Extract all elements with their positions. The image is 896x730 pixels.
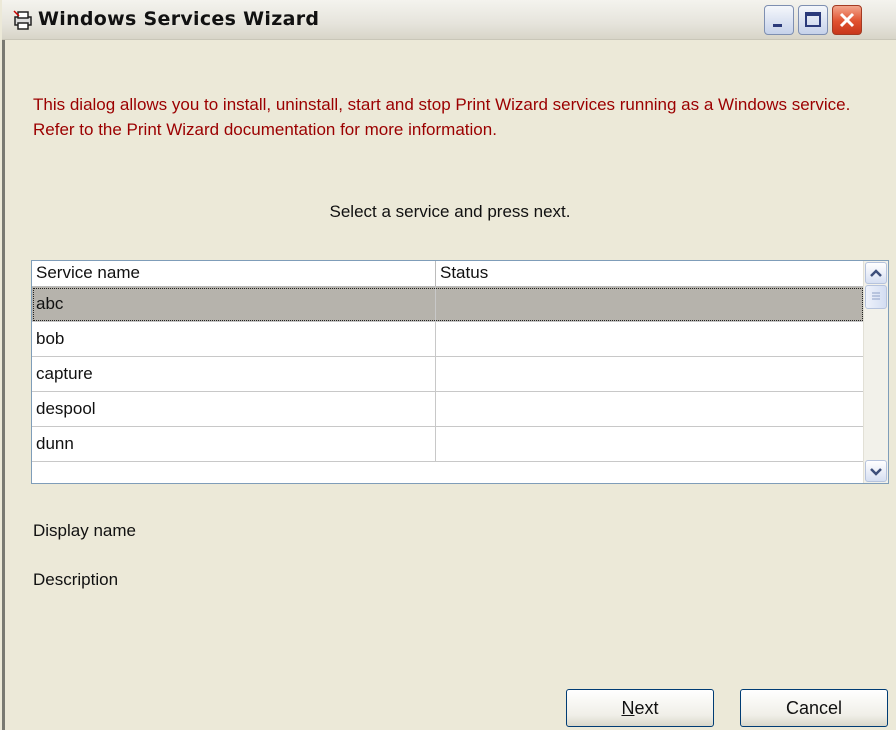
next-label: ext [634,698,659,718]
cell-divider [435,392,436,427]
scroll-thumb[interactable] [865,285,887,309]
grip-icon [872,292,880,300]
vertical-scrollbar[interactable] [863,261,888,483]
chevron-up-icon [870,269,882,277]
scroll-down-button[interactable] [865,460,887,482]
list-item[interactable]: abc [32,287,864,322]
cell-divider [435,357,436,392]
list-item[interactable]: capture [32,357,864,392]
services-list[interactable]: Service name Status abc bob capture desp… [31,260,889,484]
title-bar[interactable]: Windows Services Wizard [2,0,896,40]
column-header-status[interactable]: Status [440,263,488,283]
column-header-service-name[interactable]: Service name [36,263,140,283]
cell-divider [435,287,436,322]
window-border [2,40,5,730]
dialog-window: Windows Services Wizard This dialog allo… [0,0,896,730]
list-item[interactable]: bob [32,322,864,357]
cancel-button[interactable]: Cancel [740,689,888,727]
next-button[interactable]: Next [566,689,714,727]
service-name-cell: capture [36,364,93,383]
scroll-up-button[interactable] [865,262,887,284]
cell-divider [435,427,436,462]
intro-text: This dialog allows you to install, unins… [33,95,851,139]
close-button[interactable] [832,5,862,35]
service-name-cell: dunn [36,434,74,453]
service-name-cell: bob [36,329,65,348]
list-item[interactable]: despool [32,392,864,427]
list-header: Service name Status [32,261,864,287]
service-name-cell: despool [36,399,96,418]
printer-wizard-icon [12,9,34,31]
service-name-cell: abc [36,294,64,313]
description-label: Description [33,570,119,589]
maximize-button[interactable] [798,5,828,35]
window-title: Windows Services Wizard [38,8,320,30]
select-prompt: Select a service and press next. [329,202,571,221]
chevron-down-icon [870,468,882,476]
next-accesskey: N [621,698,635,718]
column-divider[interactable] [435,261,436,287]
list-item[interactable]: dunn [32,427,864,462]
cell-divider [435,322,436,357]
list-rows: abc bob capture despool dunn [32,287,864,462]
display-name-label: Display name [33,521,136,540]
minimize-button[interactable] [764,5,794,35]
